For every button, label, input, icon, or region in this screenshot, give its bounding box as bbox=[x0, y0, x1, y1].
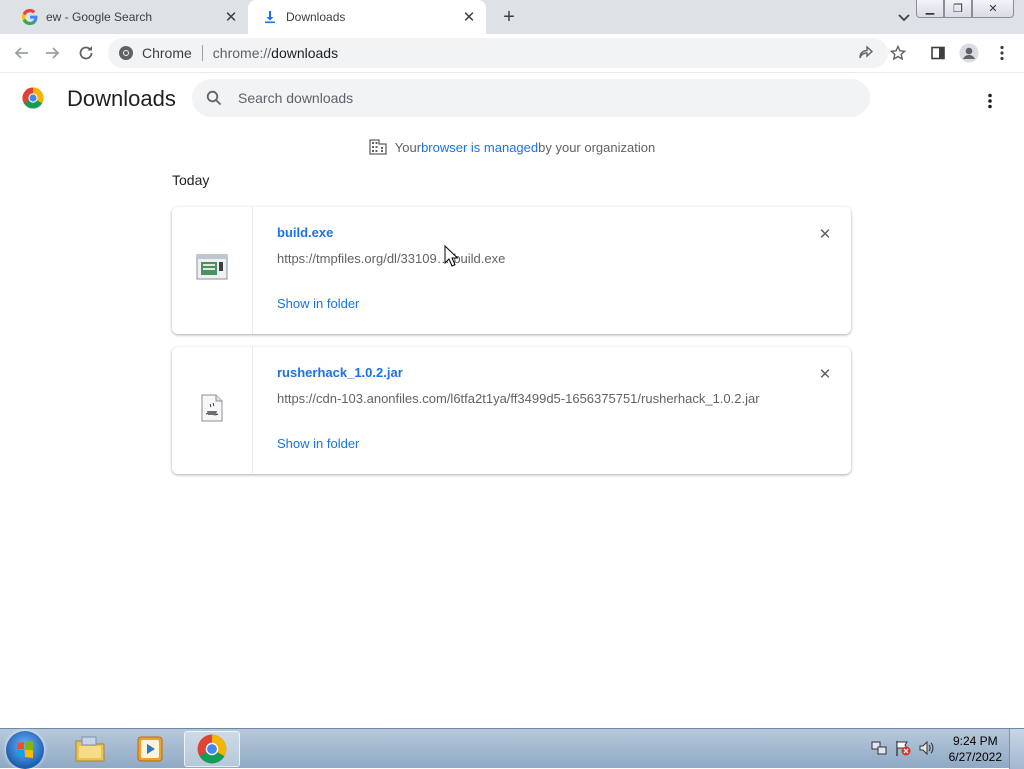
taskbar-media-player-icon[interactable] bbox=[122, 731, 178, 767]
system-tray bbox=[870, 739, 936, 762]
page-title: Downloads bbox=[67, 86, 176, 111]
restore-icon[interactable]: ❐ bbox=[944, 0, 972, 18]
download-item: build.exe https://tmpfiles.org/dl/33109…… bbox=[172, 207, 851, 334]
download-source-url[interactable]: https://cdn-103.anonfiles.com/l6tfa2t1ya… bbox=[277, 391, 760, 406]
menu-kebab-icon[interactable] bbox=[990, 41, 1014, 65]
remove-download-close-icon[interactable]: ✕ bbox=[815, 364, 835, 384]
jar-file-icon bbox=[200, 394, 224, 427]
managed-prefix: Your bbox=[394, 139, 422, 155]
url-text: chrome://downloads bbox=[212, 45, 339, 61]
managed-notice: Your browser is managed by your organiza… bbox=[0, 139, 1024, 155]
taskbar-chrome-icon[interactable] bbox=[184, 731, 240, 767]
remove-download-close-icon[interactable]: ✕ bbox=[815, 224, 835, 244]
site-chip[interactable]: Chrome bbox=[108, 45, 192, 61]
taskbar-file-explorer-icon[interactable] bbox=[62, 731, 118, 767]
site-chip-label: Chrome bbox=[142, 45, 192, 61]
download-filename-link[interactable]: rusherhack_1.0.2.jar bbox=[277, 365, 403, 380]
new-tab-plus-icon[interactable]: + bbox=[498, 6, 520, 28]
show-in-folder-link[interactable]: Show in folder bbox=[277, 296, 359, 311]
tab-close-icon[interactable]: ✕ bbox=[460, 8, 478, 26]
managed-suffix: by your organization bbox=[538, 139, 656, 155]
clock-time: 9:24 PM bbox=[952, 734, 998, 748]
chevron-down-icon[interactable] bbox=[894, 8, 914, 28]
tab-downloads[interactable]: Downloads ✕ bbox=[248, 0, 486, 34]
tab-google-search[interactable]: ew - Google Search ✕ bbox=[8, 0, 248, 34]
download-icon bbox=[262, 9, 278, 25]
file-icon-column bbox=[172, 347, 253, 474]
exe-file-icon bbox=[196, 254, 228, 287]
tab-title: ew - Google Search bbox=[46, 10, 153, 24]
tab-title: Downloads bbox=[286, 10, 346, 24]
start-button-windows-icon[interactable] bbox=[6, 731, 44, 769]
mouse-cursor-icon bbox=[444, 244, 459, 272]
volume-speaker-icon[interactable] bbox=[918, 739, 936, 762]
building-icon bbox=[369, 139, 387, 155]
download-source-url[interactable]: https://tmpfiles.org/dl/33109…/build.exe bbox=[277, 251, 505, 266]
share-icon[interactable] bbox=[854, 41, 878, 65]
show-desktop-button[interactable] bbox=[1009, 729, 1024, 769]
side-panel-icon[interactable] bbox=[926, 41, 950, 65]
address-bar[interactable]: Chrome chrome://downloads bbox=[108, 38, 888, 68]
file-icon-column bbox=[172, 207, 253, 334]
divider bbox=[201, 45, 203, 61]
action-center-flag-icon[interactable] bbox=[894, 739, 912, 762]
google-g-icon bbox=[22, 9, 38, 25]
date-section-heading: Today bbox=[172, 172, 210, 188]
download-item: rusherhack_1.0.2.jar https://cdn-103.ano… bbox=[172, 347, 851, 474]
browser-managed-link[interactable]: browser is managed bbox=[421, 140, 538, 155]
show-in-folder-link[interactable]: Show in folder bbox=[277, 436, 359, 451]
back-arrow-icon[interactable] bbox=[8, 41, 34, 65]
windows-taskbar: 9:24 PM 6/27/2022 bbox=[0, 728, 1024, 769]
network-icon[interactable] bbox=[870, 739, 888, 762]
clock-date: 6/27/2022 bbox=[948, 750, 1002, 764]
search-icon bbox=[204, 88, 224, 108]
downloads-header: Downloads bbox=[0, 73, 1024, 129]
search-input[interactable] bbox=[236, 89, 800, 107]
reload-icon[interactable] bbox=[73, 41, 99, 65]
window-controls: ▁ ❐ ✕ bbox=[916, 0, 1014, 18]
chrome-logo-icon bbox=[22, 87, 44, 109]
chrome-icon bbox=[119, 46, 133, 60]
minimize-icon[interactable]: ▁ bbox=[916, 0, 944, 18]
bookmark-star-icon[interactable] bbox=[886, 41, 910, 65]
tab-strip: ew - Google Search ✕ Downloads ✕ + ▁ ❐ ✕ bbox=[0, 0, 1024, 34]
browser-toolbar: Chrome chrome://downloads bbox=[0, 34, 1024, 73]
search-downloads-box[interactable] bbox=[192, 79, 870, 117]
forward-arrow-icon[interactable] bbox=[40, 41, 66, 65]
window-close-icon[interactable]: ✕ bbox=[972, 0, 1014, 18]
more-actions-kebab-icon[interactable] bbox=[978, 89, 1002, 113]
tab-close-icon[interactable]: ✕ bbox=[222, 8, 240, 26]
taskbar-clock[interactable]: 9:24 PM 6/27/2022 bbox=[949, 733, 1002, 765]
profile-avatar-icon[interactable] bbox=[957, 41, 981, 65]
download-filename-link[interactable]: build.exe bbox=[277, 225, 333, 240]
